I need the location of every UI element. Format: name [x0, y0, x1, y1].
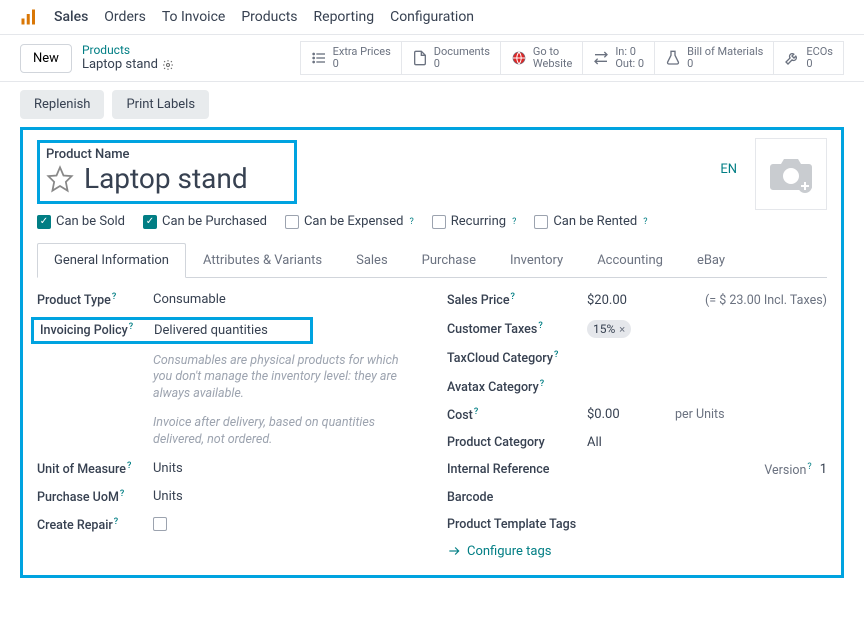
sales-price-input[interactable]: $20.00: [587, 293, 627, 308]
wrench-icon: [784, 50, 800, 66]
nav-products[interactable]: Products: [241, 9, 297, 25]
arrow-right-icon: [447, 544, 461, 558]
nav-configuration[interactable]: Configuration: [390, 9, 474, 25]
flask-icon: [665, 50, 681, 66]
can-be-expensed-checkbox[interactable]: Can be Expensed?: [285, 214, 414, 229]
tab-general-information[interactable]: General Information: [37, 243, 186, 278]
camera-plus-icon: [766, 154, 816, 194]
sales-price-label: Sales Price?: [447, 292, 587, 308]
product-category-label: Product Category: [447, 435, 587, 450]
list-icon: [311, 50, 327, 66]
cost-label: Cost?: [447, 407, 587, 423]
version-label: Version?: [764, 462, 811, 478]
stat-extra-prices[interactable]: Extra Prices0: [300, 41, 402, 75]
stat-bom[interactable]: Bill of Materials0: [654, 41, 774, 75]
app-logo: [20, 8, 38, 26]
product-form: Product Name Laptop stand EN Can be Sold…: [20, 127, 844, 578]
tab-inventory[interactable]: Inventory: [493, 243, 580, 278]
tab-sales[interactable]: Sales: [339, 243, 405, 278]
taxcloud-label: TaxCloud Category?: [447, 350, 587, 366]
stat-ecos[interactable]: ECOs0: [773, 41, 844, 75]
nav-orders[interactable]: Orders: [104, 9, 146, 25]
product-flags: Can be Sold Can be Purchased Can be Expe…: [37, 214, 827, 229]
stat-documents[interactable]: Documents0: [401, 41, 501, 75]
product-name-label: Product Name: [46, 147, 286, 162]
product-template-tags-label: Product Template Tags: [447, 517, 576, 532]
nav-to-invoice[interactable]: To Invoice: [162, 9, 226, 25]
breadcrumb: Products Laptop stand: [82, 41, 174, 75]
stat-in-out[interactable]: In: 0Out: 0: [582, 41, 655, 75]
cost-input[interactable]: $0.00: [587, 407, 667, 422]
can-be-rented-checkbox[interactable]: Can be Rented?: [534, 214, 647, 229]
globe-icon: [511, 50, 527, 66]
product-type-select[interactable]: Consumable: [153, 292, 226, 307]
cost-uom: per Units: [675, 407, 725, 422]
recurring-checkbox[interactable]: Recurring?: [432, 214, 517, 229]
purchase-uom-label: Purchase UoM?: [37, 489, 153, 505]
replenish-button[interactable]: Replenish: [20, 90, 104, 119]
invoicing-policy-select[interactable]: Delivered quantities: [154, 323, 304, 338]
nav-sales[interactable]: Sales: [54, 9, 88, 25]
actions-row: Replenish Print Labels: [0, 82, 864, 127]
gear-icon[interactable]: [162, 59, 174, 71]
remove-tax-icon[interactable]: ×: [619, 323, 625, 336]
can-be-purchased-checkbox[interactable]: Can be Purchased: [143, 214, 267, 229]
invoicing-help-text: Invoice after delivery, based on quantit…: [153, 415, 407, 449]
consumable-help-text: Consumables are physical products for wh…: [153, 353, 407, 404]
customer-tax-tag[interactable]: 15%×: [587, 320, 631, 338]
print-labels-button[interactable]: Print Labels: [112, 90, 209, 119]
breadcrumb-parent[interactable]: Products: [82, 43, 174, 57]
invoicing-policy-field: Invoicing Policy? Delivered quantities: [31, 317, 313, 343]
can-be-sold-checkbox[interactable]: Can be Sold: [37, 214, 125, 229]
product-name-block: Product Name Laptop stand: [37, 140, 297, 204]
language-toggle[interactable]: EN: [720, 162, 737, 177]
create-repair-label: Create Repair?: [37, 517, 153, 533]
product-image-placeholder[interactable]: [755, 138, 827, 210]
stat-goto-website[interactable]: Go toWebsite: [500, 41, 583, 75]
general-left-column: Product Type? Consumable Invoicing Polic…: [37, 292, 417, 559]
breadcrumb-current: Laptop stand: [82, 57, 174, 73]
nav-reporting[interactable]: Reporting: [314, 9, 375, 25]
configure-tags-link[interactable]: Configure tags: [447, 544, 827, 559]
general-right-column: Sales Price? $20.00 (= $ 23.00 Incl. Tax…: [447, 292, 827, 559]
customer-taxes-label: Customer Taxes?: [447, 321, 587, 337]
tab-attributes-variants[interactable]: Attributes & Variants: [186, 243, 339, 278]
swap-icon: [593, 50, 609, 66]
sub-bar: New Products Laptop stand Extra Prices0 …: [0, 35, 864, 82]
internal-reference-label: Internal Reference: [447, 462, 587, 477]
sales-price-incl: (= $ 23.00 Incl. Taxes): [705, 293, 827, 308]
tab-ebay[interactable]: eBay: [680, 243, 742, 278]
barcode-label: Barcode: [447, 490, 587, 505]
version-value: 1: [820, 462, 827, 477]
top-nav: Sales Orders To Invoice Products Reporti…: [0, 0, 864, 35]
tab-accounting[interactable]: Accounting: [580, 243, 680, 278]
product-category-select[interactable]: All: [587, 435, 602, 450]
create-repair-checkbox[interactable]: [153, 517, 167, 531]
avatax-label: Avatax Category?: [447, 379, 587, 395]
product-type-label: Product Type?: [37, 292, 153, 308]
invoicing-policy-label: Invoicing Policy?: [40, 322, 140, 338]
tab-purchase[interactable]: Purchase: [405, 243, 493, 278]
uom-label: Unit of Measure?: [37, 461, 153, 477]
favorite-star-icon[interactable]: [46, 165, 74, 193]
purchase-uom-select[interactable]: Units: [153, 489, 183, 504]
new-button[interactable]: New: [20, 44, 72, 73]
product-name-input[interactable]: Laptop stand: [84, 162, 248, 195]
uom-select[interactable]: Units: [153, 461, 183, 476]
file-icon: [412, 50, 428, 66]
tab-bar: General Information Attributes & Variant…: [37, 243, 827, 278]
